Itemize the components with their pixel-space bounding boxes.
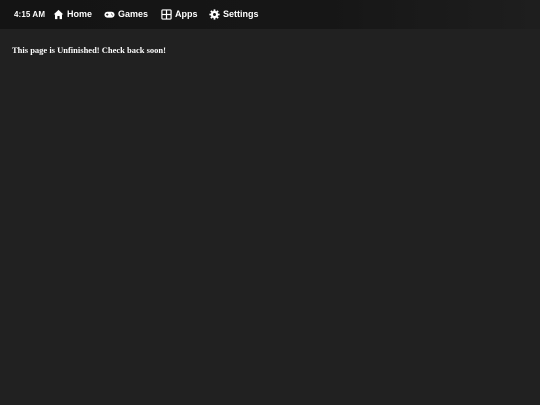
nav-home-label: Home	[67, 9, 93, 19]
top-nav-bar: 4:15 AM Home Games Apps Settings	[0, 0, 540, 29]
nav-settings-label: Settings	[223, 9, 259, 19]
unfinished-page-message: This page is Unfinished! Check back soon…	[12, 45, 166, 55]
gamepad-icon	[104, 9, 115, 20]
home-icon	[53, 9, 64, 20]
nav-apps-label: Apps	[175, 9, 198, 19]
nav-settings-link[interactable]: Settings	[209, 8, 259, 21]
apps-grid-icon	[161, 9, 172, 20]
nav-games-label: Games	[118, 9, 149, 19]
clock-time: 4:15 AM	[14, 10, 46, 19]
nav-apps-link[interactable]: Apps	[161, 8, 198, 21]
nav-home-link[interactable]: Home	[53, 8, 92, 21]
nav-games-link[interactable]: Games	[104, 8, 148, 21]
gear-icon	[209, 9, 220, 20]
